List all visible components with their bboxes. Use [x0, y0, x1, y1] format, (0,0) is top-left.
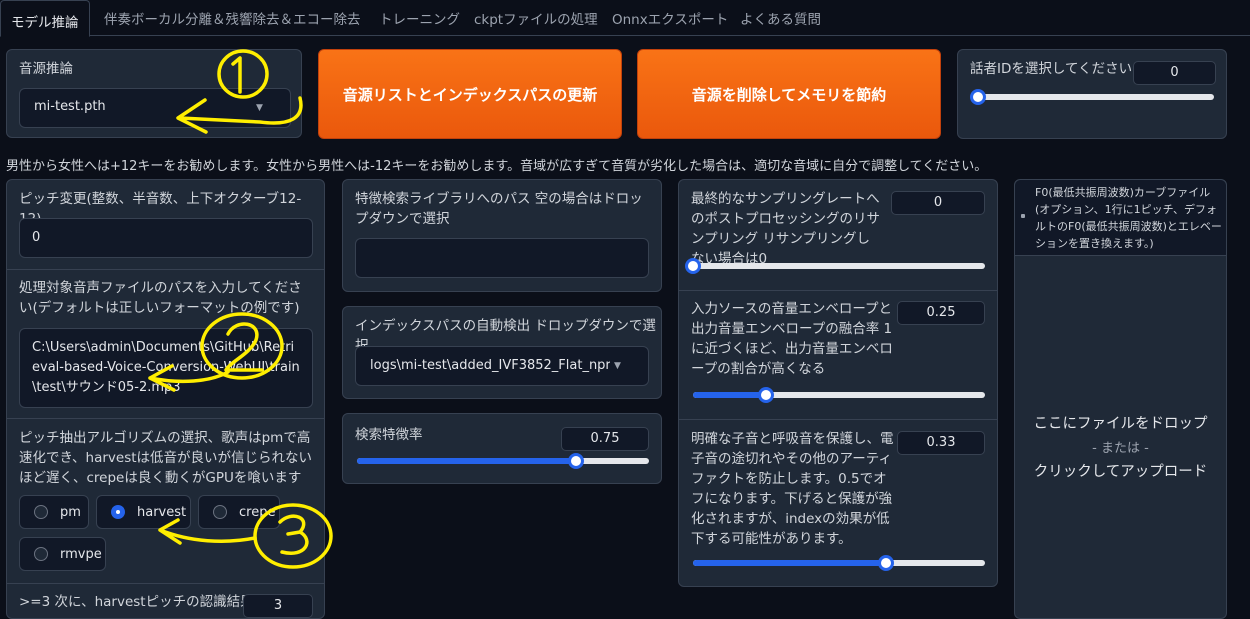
tab-faq[interactable]: よくある質問	[740, 8, 821, 28]
pitch-input[interactable]: 0	[19, 218, 313, 258]
protect-value[interactable]: 0.33	[897, 431, 985, 455]
divider	[7, 583, 324, 584]
median-label: >=3 次に、harvestピッチの認識結果に対	[19, 594, 249, 610]
index-path-input[interactable]	[355, 238, 649, 278]
index-dropdown[interactable]: logs\mi-test\added_IVF3852_Flat_nprob ▼	[355, 346, 649, 386]
index-selected: logs\mi-test\added_IVF3852_Flat_nprob	[370, 358, 610, 373]
unload-button[interactable]: 音源を削除してメモリを節約	[637, 49, 941, 139]
tab-model-inference[interactable]: モデル推論	[0, 0, 90, 37]
rms-mix-label: 入力ソースの音量エンベロープと出力音量エンベロープの融合率 1に近づくほど、出力…	[691, 301, 893, 377]
file-icon	[1021, 214, 1025, 218]
radio-harvest[interactable]: harvest	[96, 495, 191, 529]
index-rate-value[interactable]: 0.75	[561, 427, 649, 451]
divider	[7, 269, 324, 270]
input-path-label: 処理対象音声ファイルのパスを入力してください(デフォルトは正しいフォーマットの例…	[19, 280, 302, 316]
slider-thumb[interactable]	[685, 258, 701, 274]
divider	[679, 290, 997, 291]
chevron-down-icon: ▼	[614, 361, 621, 371]
radio-dot-selected	[111, 505, 125, 519]
median-value[interactable]: 3	[243, 594, 313, 618]
model-label: 音源推論	[19, 61, 73, 77]
model-dropdown[interactable]: mi-test.pth ▼	[19, 88, 291, 128]
resample-slider[interactable]	[685, 258, 985, 274]
upload-text[interactable]: クリックしてアップロード	[1015, 460, 1226, 481]
slider-fill	[357, 458, 576, 464]
slider-fill	[693, 392, 766, 398]
radio-label: rmvpe	[60, 546, 102, 562]
radio-dot	[34, 547, 48, 561]
slider-thumb[interactable]	[568, 453, 584, 469]
speaker-value[interactable]: 0	[1133, 61, 1216, 85]
protect-label: 明確な子音と呼吸音を保護し、電子音の途切れやその他のアーティファクトを防止します…	[691, 431, 894, 547]
index-path-panel: 特徴検索ライブラリへのパス 空の場合はドロップダウンで選択	[342, 179, 662, 292]
radio-crepe[interactable]: crepe	[198, 495, 280, 529]
radio-label: harvest	[137, 504, 187, 520]
index-path-label: 特徴検索ライブラリへのパス 空の場合はドロップダウンで選択	[355, 191, 643, 227]
model-panel: 音源推論 mi-test.pth ▼	[6, 49, 302, 138]
pitch-hint: 男性から女性へは+12キーをお勧めします。女性から男性へは-12キーをお勧めしま…	[6, 159, 988, 174]
input-path-field[interactable]: C:\Users\admin\Documents\GitHub\Retrieva…	[19, 328, 313, 408]
index-auto-panel: インデックスパスの自動検出 ドロップダウンで選択 logs\mi-test\ad…	[342, 306, 662, 399]
divider	[7, 418, 324, 419]
index-rate-panel: 検索特徴率 0.75	[342, 413, 662, 484]
radio-label: pm	[60, 504, 81, 520]
f0-file-panel: F0(最低共振周波数)カーブファイル(オプション、1行に1ピッチ、デフォルトのF…	[1014, 179, 1227, 619]
or-text: - または -	[1092, 441, 1149, 456]
tab-training[interactable]: トレーニング	[379, 8, 460, 28]
f0-file-label: F0(最低共振周波数)カーブファイル(オプション、1行に1ピッチ、デフォルトのF…	[1035, 186, 1222, 250]
index-rate-slider[interactable]	[357, 453, 649, 469]
f0-file-header: F0(最低共振周波数)カーブファイル(オプション、1行に1ピッチ、デフォルトのF…	[1015, 180, 1226, 256]
slider-fill	[693, 560, 886, 566]
tab-bar: モデル推論 伴奏ボーカル分離＆残響除去＆エコー除去 トレーニング ckptファイ…	[0, 0, 1250, 37]
file-drop-zone[interactable]: ここにファイルをドロップ - または - クリックしてアップロード	[1015, 256, 1226, 618]
radio-label: crepe	[239, 504, 276, 520]
refresh-button[interactable]: 音源リストとインデックスパスの更新	[318, 49, 622, 139]
drop-text: ここにファイルをドロップ	[1033, 416, 1208, 432]
column-1: ピッチ変更(整数、半音数、上下オクターブ12-12) 0 処理対象音声ファイルの…	[6, 179, 325, 619]
column-3: 最終的なサンプリングレートへのポストプロセッシングのリサンプリング リサンプリン…	[678, 179, 998, 587]
slider-thumb[interactable]	[758, 387, 774, 403]
resample-value[interactable]: 0	[891, 191, 985, 215]
rms-mix-value[interactable]: 0.25	[897, 301, 985, 325]
index-rate-label: 検索特徴率	[355, 427, 423, 443]
tab-vocal-separation[interactable]: 伴奏ボーカル分離＆残響除去＆エコー除去	[104, 8, 361, 28]
resample-label: 最終的なサンプリングレートへのポストプロセッシングのリサンプリング リサンプリン…	[691, 191, 880, 267]
tab-ckpt[interactable]: ckptファイルの処理	[474, 8, 598, 28]
slider-thumb[interactable]	[970, 89, 986, 105]
speaker-panel: 話者IDを選択してください 0	[957, 49, 1227, 139]
speaker-label: 話者IDを選択してください	[970, 61, 1133, 77]
tab-onnx-export[interactable]: Onnxエクスポート	[612, 8, 728, 28]
radio-dot	[213, 505, 227, 519]
rms-mix-slider[interactable]	[693, 387, 985, 403]
divider	[679, 419, 997, 420]
slider-thumb[interactable]	[877, 555, 894, 571]
protect-slider[interactable]	[693, 555, 985, 571]
radio-pm[interactable]: pm	[19, 495, 89, 529]
chevron-down-icon: ▼	[256, 103, 263, 113]
f0-method-label: ピッチ抽出アルゴリズムの選択、歌声はpmで高速化でき、harvestは低音が良い…	[19, 430, 313, 486]
radio-rmvpe[interactable]: rmvpe	[19, 537, 106, 571]
speaker-slider[interactable]	[970, 89, 1214, 105]
radio-dot	[34, 505, 48, 519]
model-selected: mi-test.pth	[34, 99, 106, 114]
